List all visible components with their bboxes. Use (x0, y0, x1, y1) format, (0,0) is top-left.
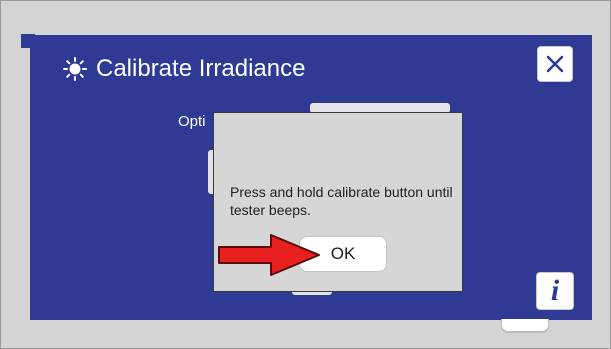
dialog-title: Calibrate Irradiance (96, 55, 306, 82)
bottom-tab-button (502, 319, 548, 331)
device-screen-frame: Calibrate Irradiance Opti i Press and ho… (0, 0, 611, 349)
sun-icon (63, 57, 87, 81)
info-button[interactable]: i (537, 273, 573, 309)
modal-message: Press and hold calibrate button until te… (230, 184, 453, 218)
close-button[interactable] (538, 47, 572, 81)
option-label: Opti (178, 113, 206, 130)
info-icon: i (550, 274, 560, 307)
close-x-icon (546, 55, 564, 73)
red-arrow-icon (218, 234, 320, 276)
